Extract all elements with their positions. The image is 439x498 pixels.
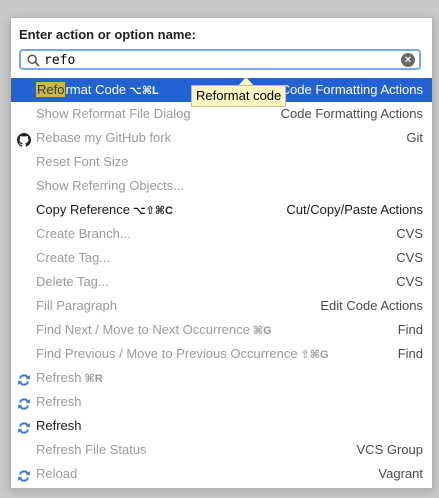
action-name: Reload: [36, 462, 77, 486]
match-highlight: Refo: [36, 82, 66, 97]
action-label: Refresh: [36, 394, 82, 409]
action-item[interactable]: Find Previous / Move to Previous Occurre…: [11, 342, 432, 366]
action-label: Show Reformat File Dialog: [36, 106, 191, 121]
refresh-icon: [17, 371, 31, 386]
action-group: Vagrant: [378, 466, 423, 481]
action-item[interactable]: Create Branch... CVS: [11, 222, 432, 246]
action-group: Find: [397, 322, 423, 337]
action-name: Show Reformat File Dialog: [36, 102, 191, 126]
action-shortcut: ⌥⌘L: [129, 85, 159, 97]
action-label: Find Next / Move to Next Occurrence: [36, 322, 250, 337]
action-name: Refresh ⌘R: [36, 366, 103, 391]
action-label: Fill Paragraph: [36, 298, 117, 313]
action-name: Create Branch...: [36, 222, 131, 246]
action-label: Show Referring Objects...: [36, 178, 185, 193]
action-item[interactable]: Reload Vagrant: [11, 462, 432, 486]
action-shortcut: ⌥⇧⌘C: [132, 205, 173, 217]
action-name: Refresh: [36, 390, 82, 414]
action-item[interactable]: Fill Paragraph Edit Code Actions: [11, 294, 432, 318]
action-item[interactable]: Refresh: [11, 390, 432, 414]
action-group: CVS: [396, 274, 423, 289]
action-group: Find: [397, 346, 423, 361]
refresh-icon: [17, 395, 31, 410]
refresh-icon: [17, 419, 31, 434]
search-icon: [27, 54, 40, 67]
action-item[interactable]: Copy Reference ⌥⇧⌘C Cut/Copy/Paste Actions: [11, 198, 432, 222]
action-name: Refresh File Status: [36, 438, 147, 462]
action-label: Reset Font Size: [36, 154, 129, 169]
action-item[interactable]: Refresh File Status VCS Group: [11, 438, 432, 462]
action-label: Create Tag...: [36, 250, 111, 265]
action-name: Create Tag...: [36, 246, 110, 270]
action-label: Reload: [36, 466, 78, 481]
popup-title: Enter action or option name:: [19, 27, 196, 42]
github-icon: [17, 131, 31, 147]
action-group: Cut/Copy/Paste Actions: [286, 202, 423, 217]
action-label: rmat Code: [65, 82, 127, 97]
search-input[interactable]: [44, 52, 394, 68]
action-name: Refresh: [36, 414, 82, 438]
action-group: Code Formatting Actions: [280, 82, 423, 97]
action-name: Delete Tag...: [36, 270, 109, 294]
action-group: VCS Group: [356, 442, 423, 457]
action-item[interactable]: Find Next / Move to Next Occurrence ⌘G Fin…: [11, 318, 432, 342]
action-name: Reformat Code ⌥⌘L: [36, 78, 159, 103]
action-group: CVS: [396, 250, 423, 265]
action-label: Refresh: [36, 418, 82, 433]
action-label: Rebase my GitHub fork: [36, 130, 172, 145]
action-name: Fill Paragraph: [36, 294, 117, 318]
clear-search-icon[interactable]: ×: [401, 53, 415, 67]
action-name: Find Next / Move to Next Occurrence ⌘G: [36, 318, 272, 343]
action-item[interactable]: Delete Tag... CVS: [11, 270, 432, 294]
action-name: Show Referring Objects...: [36, 174, 184, 198]
action-item[interactable]: Create Tag... CVS: [11, 246, 432, 270]
action-name: Copy Reference ⌥⇧⌘C: [36, 198, 173, 223]
action-group: Git: [406, 130, 423, 145]
action-item[interactable]: Refresh: [11, 414, 432, 438]
action-shortcut: ⌘G: [252, 325, 272, 337]
action-label: Refresh: [36, 370, 82, 385]
action-group: Code Formatting Actions: [280, 106, 423, 121]
action-name: Rebase my GitHub fork: [36, 126, 171, 150]
refresh-icon: [17, 467, 31, 482]
action-list: Reformat Code ⌥⌘L Code Formatting Actions S…: [11, 78, 432, 486]
action-label: Create Branch...: [36, 226, 131, 241]
action-name: Find Previous / Move to Previous Occurre…: [36, 342, 329, 367]
action-group: Edit Code Actions: [320, 298, 423, 313]
tooltip: Reformat code: [191, 85, 287, 107]
action-label: Delete Tag...: [36, 274, 109, 289]
action-item[interactable]: Rebase my GitHub fork Git: [11, 126, 432, 150]
action-shortcut: ⌘R: [84, 373, 103, 385]
search-box[interactable]: ×: [19, 49, 421, 70]
action-item[interactable]: Refresh ⌘R: [11, 366, 432, 390]
action-label: Copy Reference: [36, 202, 130, 217]
action-shortcut: ⇧⌘G: [300, 349, 329, 361]
action-name: Reset Font Size: [36, 150, 129, 174]
action-group: CVS: [396, 226, 423, 241]
action-label: Find Previous / Move to Previous Occurre…: [36, 346, 298, 361]
action-item[interactable]: Reset Font Size: [11, 150, 432, 174]
action-item[interactable]: Show Referring Objects...: [11, 174, 432, 198]
action-label: Refresh File Status: [36, 442, 147, 457]
